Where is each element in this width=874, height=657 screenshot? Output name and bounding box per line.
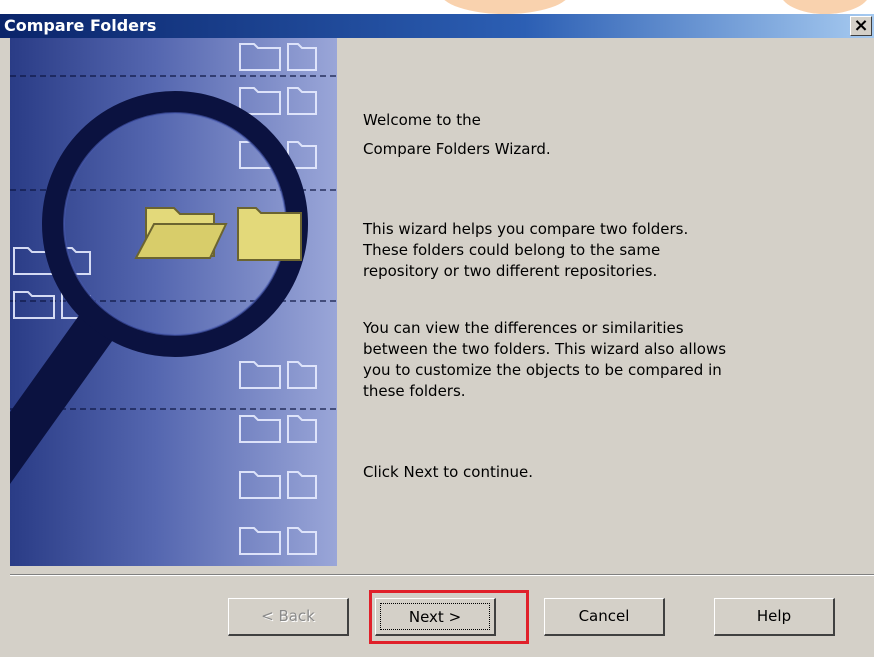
cancel-button[interactable]: Cancel (544, 598, 665, 636)
magnifier-over-folders-icon (10, 43, 337, 555)
wizard-content-panel: Welcome to the Compare Folders Wizard. T… (337, 38, 874, 566)
description-line: This wizard helps you compare two folder… (363, 220, 689, 238)
description-line: these folders. (363, 382, 466, 400)
close-button[interactable]: × (850, 16, 872, 36)
back-button-label: < Back (261, 607, 315, 625)
welcome-line-1: Welcome to the (363, 111, 481, 129)
description-line: repository or two different repositories… (363, 262, 658, 280)
help-button-label: Help (756, 607, 792, 625)
description-line: between the two folders. This wizard als… (363, 340, 727, 358)
window-title: Compare Folders (4, 16, 157, 35)
description-line: You can view the differences or similari… (363, 319, 684, 337)
continue-instruction: Click Next to continue. (363, 463, 534, 481)
next-button-highlight (369, 590, 529, 644)
title-bar[interactable]: Compare Folders × (0, 14, 874, 38)
back-button[interactable]: < Back (228, 598, 349, 636)
description-line: you to customize the objects to be compa… (363, 361, 722, 379)
wizard-illustration-panel (10, 38, 337, 566)
help-button[interactable]: Help (714, 598, 835, 636)
background-page (0, 0, 874, 14)
button-separator (10, 574, 874, 576)
cancel-button-label: Cancel (578, 607, 630, 625)
welcome-line-2: Compare Folders Wizard. (363, 140, 551, 158)
close-icon: × (853, 15, 869, 36)
description-line: These folders could belong to the same (363, 241, 661, 259)
